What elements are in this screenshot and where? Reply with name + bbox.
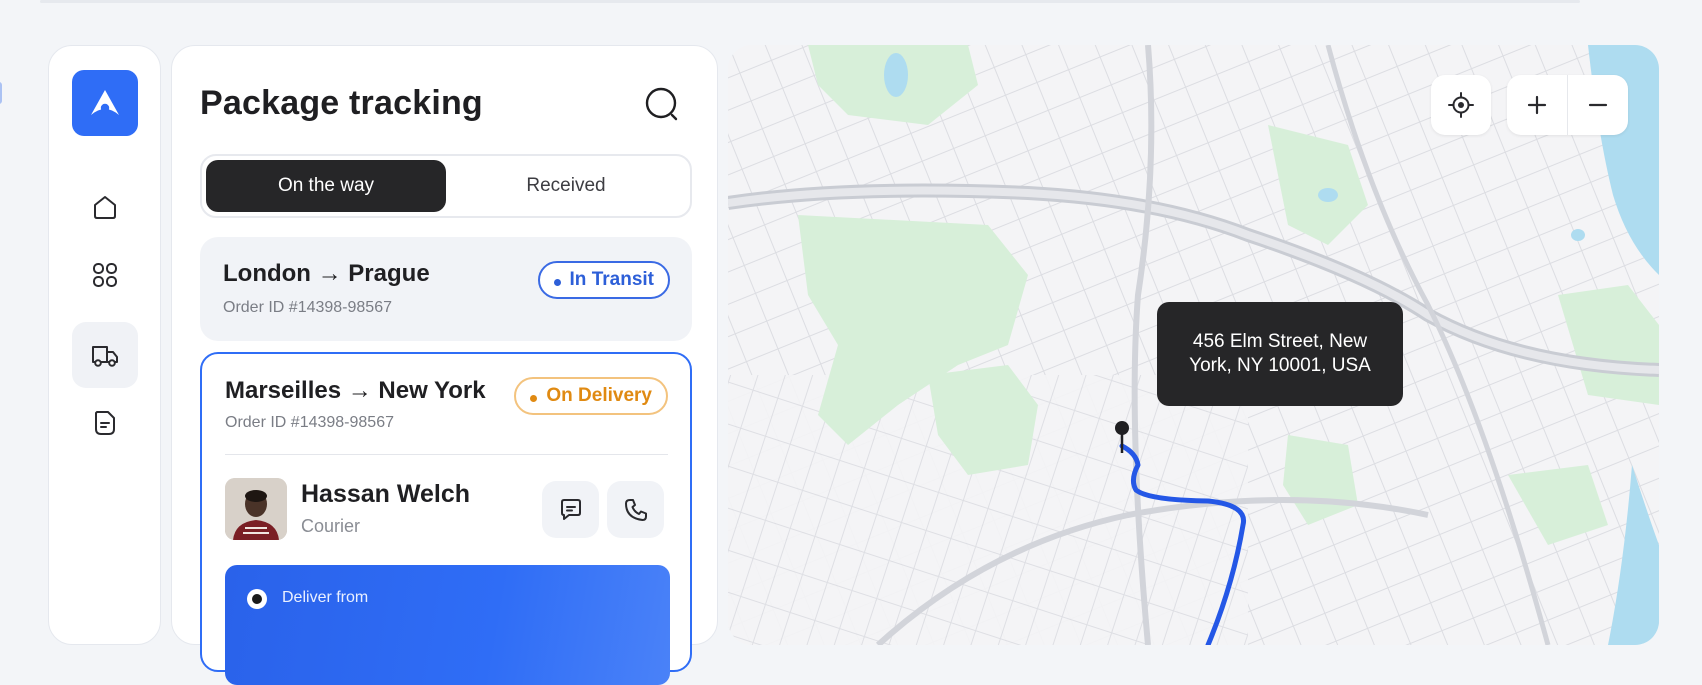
app-logo[interactable] bbox=[72, 70, 138, 136]
sidebar-item-documents[interactable] bbox=[72, 390, 138, 456]
sidebar-item-home[interactable] bbox=[72, 174, 138, 240]
locate-button[interactable] bbox=[1431, 75, 1491, 135]
deliver-from-section: Deliver from bbox=[225, 565, 670, 685]
tracking-panel: Package tracking On the way Received Lon… bbox=[171, 45, 718, 685]
map-zoom-control bbox=[1507, 75, 1628, 135]
zoom-out-button[interactable] bbox=[1568, 75, 1628, 135]
map-view[interactable]: 456 Elm Street, New York, NY 10001, USA bbox=[728, 45, 1659, 645]
top-divider bbox=[40, 0, 1580, 3]
map-locate-control bbox=[1431, 75, 1491, 135]
zoom-in-button[interactable] bbox=[1507, 75, 1567, 135]
icon-sidebar bbox=[48, 45, 161, 645]
phone-icon bbox=[624, 498, 647, 521]
deliver-from-label: Deliver from bbox=[282, 589, 369, 606]
truck-icon bbox=[92, 346, 118, 367]
divider bbox=[225, 454, 668, 455]
order-id: Order ID #14398-98567 bbox=[223, 299, 392, 316]
courier-avatar bbox=[225, 478, 287, 540]
shipment-card-selected[interactable]: Marseilles → New York Order ID #14398-98… bbox=[200, 352, 692, 685]
search-icon bbox=[645, 87, 678, 121]
sidebar-item-delivery[interactable] bbox=[72, 322, 138, 388]
logo-icon bbox=[91, 90, 119, 115]
tab-on-the-way[interactable]: On the way bbox=[206, 160, 446, 212]
origin-marker-icon bbox=[247, 589, 267, 609]
zoom-in-icon bbox=[1527, 95, 1547, 115]
status-tabs: On the way Received bbox=[200, 154, 692, 218]
message-courier-button[interactable] bbox=[542, 481, 599, 538]
zoom-out-icon bbox=[1588, 103, 1608, 107]
shipment-route: London → Prague bbox=[223, 260, 430, 287]
call-courier-button[interactable] bbox=[607, 481, 664, 538]
locate-icon bbox=[1448, 92, 1474, 118]
order-id: Order ID #14398-98567 bbox=[225, 414, 394, 431]
courier-name: Hassan Welch bbox=[301, 480, 471, 508]
sidebar-item-apps[interactable] bbox=[72, 242, 138, 308]
grid-icon bbox=[93, 263, 117, 287]
shipment-card[interactable]: London → Prague Order ID #14398-98567 In… bbox=[200, 237, 692, 341]
chat-icon bbox=[560, 498, 581, 520]
person-photo bbox=[225, 478, 287, 540]
shipment-route: Marseilles → New York bbox=[225, 377, 486, 404]
document-icon bbox=[95, 411, 115, 435]
search-button[interactable] bbox=[642, 84, 684, 126]
address-tooltip: 456 Elm Street, New York, NY 10001, USA bbox=[1157, 302, 1403, 406]
destination-pin-icon bbox=[1115, 421, 1129, 435]
status-badge: In Transit bbox=[537, 261, 670, 299]
tab-received[interactable]: Received bbox=[446, 160, 686, 212]
status-badge: On Delivery bbox=[514, 377, 668, 415]
courier-role: Courier bbox=[301, 516, 361, 536]
page-title: Package tracking bbox=[200, 84, 483, 122]
edge-indicator bbox=[0, 82, 2, 104]
home-icon bbox=[94, 196, 116, 219]
